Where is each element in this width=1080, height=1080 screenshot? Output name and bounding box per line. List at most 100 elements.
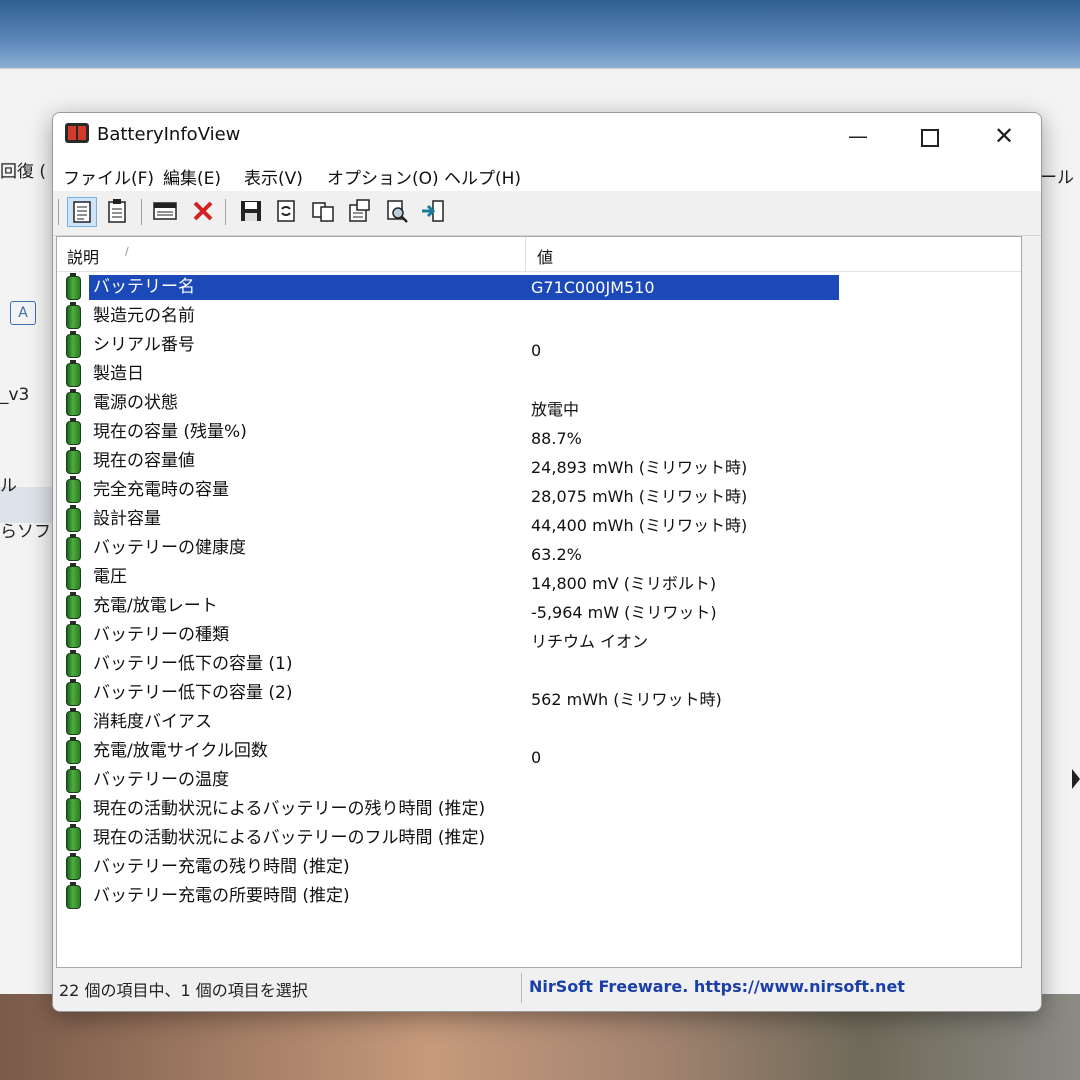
- item-name: 現在の活動状況によるバッテリーのフル時間 (推定): [93, 828, 486, 848]
- menu-edit[interactable]: 編集(E): [163, 164, 221, 189]
- list-item[interactable]: バッテリー充電の残り時間 (推定): [57, 853, 1021, 882]
- item-name: バッテリー名: [89, 275, 538, 300]
- battery-icon: [66, 824, 81, 851]
- list-item[interactable]: 設計容量 44,400 mWh (ミリワット時): [57, 505, 1021, 535]
- batteryinfoview-window: BatteryInfoView — ✕ ファイル(F) 編集(E) 表示(V) …: [52, 112, 1042, 1012]
- list-item[interactable]: 完全充電時の容量 28,075 mWh (ミリワット時): [57, 476, 1021, 506]
- list-item[interactable]: バッテリーの健康度 63.2%: [57, 534, 1021, 564]
- item-name: 製造日: [93, 364, 144, 384]
- mouse-cursor-icon: [1072, 769, 1080, 789]
- copy-icon[interactable]: [309, 197, 337, 225]
- options-icon[interactable]: [345, 197, 373, 225]
- battery-app-icon: [65, 123, 89, 143]
- item-value: G71C000JM510: [526, 275, 839, 300]
- battery-icon: [66, 679, 81, 706]
- menu-help[interactable]: ヘルプ(H): [444, 164, 521, 189]
- nirsoft-link[interactable]: NirSoft Freeware. https://www.nirsoft.ne…: [529, 977, 905, 996]
- menu-bar: ファイル(F) 編集(E) 表示(V) オプション(O) ヘルプ(H): [53, 159, 1041, 191]
- refresh-icon[interactable]: [272, 197, 300, 225]
- item-name: 充電/放電サイクル回数: [93, 741, 268, 761]
- column-header-name[interactable]: 説明: [67, 244, 99, 268]
- exit-icon[interactable]: [419, 197, 447, 225]
- battery-icon: [66, 882, 81, 909]
- item-name: バッテリー充電の所要時間 (推定): [93, 886, 350, 906]
- menu-file[interactable]: ファイル(F): [63, 164, 154, 189]
- list-item[interactable]: バッテリー名 G71C000JM510: [57, 273, 1021, 302]
- status-bar: 22 個の項目中、1 個の項目を選択 NirSoft Freeware. htt…: [53, 969, 1041, 1011]
- battery-icon: [66, 592, 81, 619]
- item-name: バッテリー低下の容量 (2): [93, 683, 293, 703]
- list-item[interactable]: 現在の容量 (残量%) 88.7%: [57, 418, 1021, 448]
- item-name: バッテリー充電の残り時間 (推定): [93, 857, 350, 877]
- list-item[interactable]: 現在の容量値 24,893 mWh (ミリワット時): [57, 447, 1021, 477]
- background-text: ール: [1040, 168, 1074, 188]
- battery-icon: [66, 853, 81, 880]
- list-item[interactable]: バッテリーの温度: [57, 766, 1021, 795]
- item-name: 設計容量: [93, 509, 161, 529]
- item-name: 消耗度バイアス: [93, 712, 212, 732]
- list-header: 説明 / 値: [57, 237, 1021, 272]
- item-name: バッテリーの種類: [93, 625, 229, 645]
- column-divider[interactable]: [525, 237, 526, 271]
- window-icon[interactable]: [151, 197, 179, 225]
- list-item[interactable]: バッテリー低下の容量 (1): [57, 650, 1021, 679]
- toolbar-separator: [58, 199, 59, 225]
- list-item[interactable]: バッテリーの種類 リチウム イオン: [57, 621, 1021, 651]
- battery-icon: [66, 795, 81, 822]
- toolbar-separator: [141, 199, 142, 225]
- battery-icon: [66, 708, 81, 735]
- battery-icon: [66, 737, 81, 764]
- item-name: 製造元の名前: [93, 306, 195, 326]
- list-item[interactable]: 電源の状態 放電中: [57, 389, 1021, 419]
- delete-icon[interactable]: [189, 197, 217, 225]
- battery-icon: [66, 360, 81, 387]
- battery-icon: [66, 650, 81, 677]
- battery-icon: [66, 621, 81, 648]
- status-selection-count: 22 個の項目中、1 個の項目を選択: [59, 981, 308, 1000]
- background-font-icon: A: [10, 301, 36, 325]
- battery-info-list[interactable]: 説明 / 値 バッテリー名 G71C000JM510 製造元の名前 シリアル番号 0…: [56, 236, 1022, 968]
- battery-icon: [66, 302, 81, 329]
- battery-icon: [66, 331, 81, 358]
- list-item[interactable]: バッテリー充電の所要時間 (推定): [57, 882, 1021, 911]
- column-header-value[interactable]: 値: [537, 244, 553, 268]
- maximize-button[interactable]: [895, 113, 965, 159]
- window-title: BatteryInfoView: [97, 124, 241, 145]
- list-item[interactable]: 製造日: [57, 360, 1021, 389]
- list-item[interactable]: バッテリー低下の容量 (2) 562 mWh (ミリワット時): [57, 679, 1021, 709]
- list-item[interactable]: 現在の活動状況によるバッテリーの残り時間 (推定): [57, 795, 1021, 824]
- background-text: ル: [0, 476, 17, 496]
- background-text: 回復 (: [0, 162, 47, 182]
- item-name: 電源の状態: [93, 393, 178, 413]
- close-button[interactable]: ✕: [969, 113, 1039, 159]
- item-name: 完全充電時の容量: [93, 480, 229, 500]
- battery-icon: [66, 273, 81, 300]
- list-item[interactable]: 電圧 14,800 mV (ミリボルト): [57, 563, 1021, 593]
- list-item[interactable]: 充電/放電レート -5,964 mW (ミリワット): [57, 592, 1021, 622]
- properties-icon[interactable]: [103, 197, 131, 225]
- list-item[interactable]: 現在の活動状況によるバッテリーのフル時間 (推定): [57, 824, 1021, 853]
- battery-icon: [66, 505, 81, 532]
- list-item[interactable]: 充電/放電サイクル回数 0: [57, 737, 1021, 767]
- title-bar[interactable]: BatteryInfoView — ✕: [53, 113, 1041, 159]
- menu-options[interactable]: オプション(O): [327, 164, 439, 189]
- list-item[interactable]: 製造元の名前: [57, 302, 1021, 331]
- battery-icon: [66, 418, 81, 445]
- item-name: バッテリーの健康度: [93, 538, 246, 558]
- background-text: _v3: [0, 385, 30, 405]
- list-item[interactable]: シリアル番号 0: [57, 331, 1021, 360]
- battery-icon: [66, 447, 81, 474]
- find-icon[interactable]: [383, 197, 411, 225]
- battery-icon: [66, 476, 81, 503]
- save-icon[interactable]: [237, 197, 265, 225]
- item-name: 現在の容量値: [93, 451, 195, 471]
- report-icon[interactable]: [67, 197, 97, 227]
- menu-view[interactable]: 表示(V): [244, 164, 303, 189]
- list-item[interactable]: 消耗度バイアス: [57, 708, 1021, 737]
- minimize-button[interactable]: —: [823, 113, 893, 159]
- item-name: バッテリーの温度: [93, 770, 229, 790]
- battery-icon: [66, 534, 81, 561]
- sort-indicator-icon: /: [125, 245, 129, 258]
- item-name: 充電/放電レート: [93, 596, 218, 616]
- toolbar: [53, 191, 1041, 236]
